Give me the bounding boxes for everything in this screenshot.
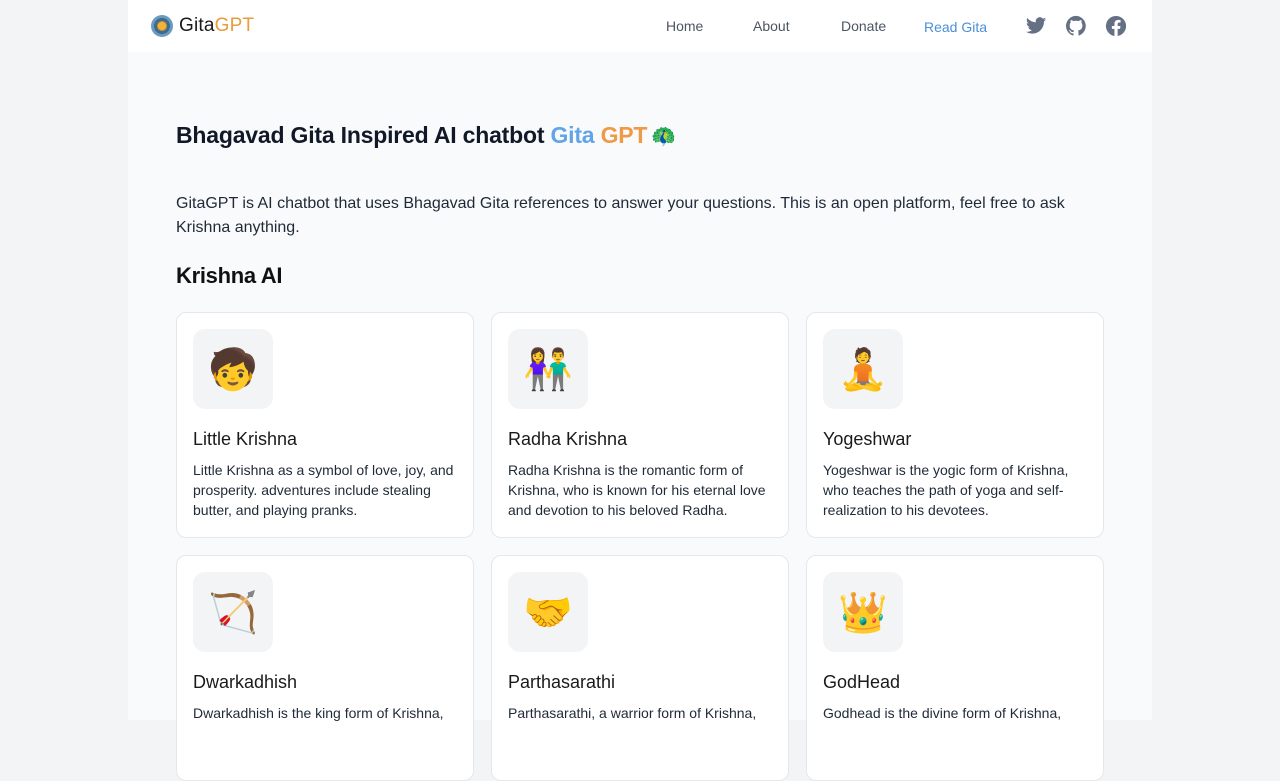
godhead-illustration: 👑 xyxy=(823,572,903,652)
section-title: Krishna AI xyxy=(176,263,283,288)
character-card-yogeshwar[interactable]: 🧘 Yogeshwar Yogeshwar is the yogic form … xyxy=(806,312,1104,538)
card-title: Dwarkadhish xyxy=(193,672,298,692)
site-header: GitaGPT Home About Donate Read Gita xyxy=(128,0,1152,52)
card-description: Radha Krishna is the romantic form of Kr… xyxy=(508,462,766,518)
character-card-little-krishna[interactable]: 🧒 Little Krishna Little Krishna as a sym… xyxy=(176,312,474,538)
page-title: Bhagavad Gita Inspired AI chatbot Gita G… xyxy=(176,122,676,148)
card-description: Dwarkadhish is the king form of Krishna, xyxy=(193,705,444,721)
card-title: Parthasarathi xyxy=(508,672,616,692)
card-title: Yogeshwar xyxy=(823,429,912,449)
logo-link[interactable]: GitaGPT xyxy=(151,15,254,37)
nav-home[interactable]: Home xyxy=(666,18,703,34)
title-gita-highlight: Gita xyxy=(550,122,595,148)
card-title: GodHead xyxy=(823,672,901,692)
dwarkadhish-illustration: 🏹 xyxy=(193,572,273,652)
parthasarathi-illustration: 🤝 xyxy=(508,572,588,652)
facebook-icon[interactable] xyxy=(1105,15,1127,37)
card-description: Godhead is the divine form of Krishna, xyxy=(823,705,1062,721)
character-card-dwarkadhish[interactable]: 🏹 Dwarkadhish Dwarkadhish is the king fo… xyxy=(176,555,474,781)
card-description: Yogeshwar is the yogic form of Krishna, … xyxy=(823,462,1069,518)
twitter-icon[interactable] xyxy=(1025,15,1047,37)
intro-text: GitaGPT is AI chatbot that uses Bhagavad… xyxy=(176,195,1065,236)
card-description: Parthasarathi, a warrior form of Krishna… xyxy=(508,705,757,721)
little-krishna-illustration: 🧒 xyxy=(193,329,273,409)
logo-text: GitaGPT xyxy=(179,15,255,36)
character-card-godhead[interactable]: 👑 GodHead Godhead is the divine form of … xyxy=(806,555,1104,781)
nav-donate[interactable]: Donate xyxy=(841,18,886,34)
peacock-icon: 🦚 xyxy=(651,126,676,148)
character-card-radha-krishna[interactable]: 👫 Radha Krishna Radha Krishna is the rom… xyxy=(491,312,789,538)
nav-about[interactable]: About xyxy=(753,18,790,34)
card-description: Little Krishna as a symbol of love, joy,… xyxy=(193,462,454,518)
page: GitaGPT Home About Donate Read Gita Bhag… xyxy=(128,0,1152,781)
github-icon[interactable] xyxy=(1065,15,1087,37)
card-title: Radha Krishna xyxy=(508,429,628,449)
title-gpt-highlight: GPT xyxy=(594,122,648,148)
radha-krishna-illustration: 👫 xyxy=(508,329,588,409)
nav-read-gita[interactable]: Read Gita xyxy=(924,19,987,35)
mandala-logo-icon xyxy=(151,15,173,37)
character-card-parthasarathi[interactable]: 🤝 Parthasarathi Parthasarathi, a warrior… xyxy=(491,555,789,781)
card-title: Little Krishna xyxy=(193,429,298,449)
character-grid: 🧒 Little Krishna Little Krishna as a sym… xyxy=(176,312,1104,781)
yogeshwar-illustration: 🧘 xyxy=(823,329,903,409)
